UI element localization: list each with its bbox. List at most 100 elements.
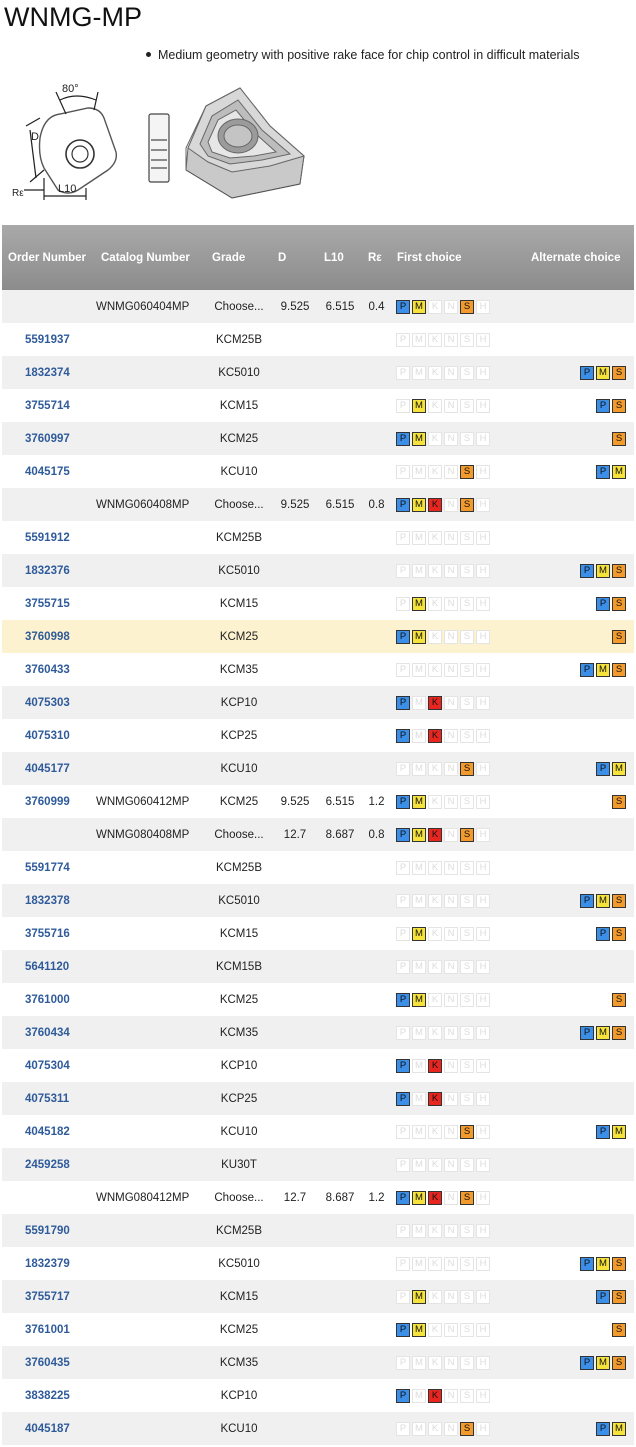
table-row[interactable]: 4045187 KCU10 P M K N S H P M bbox=[2, 1412, 634, 1445]
table-row[interactable]: 3760435 KCM35 P M K N S H P M S bbox=[2, 1346, 634, 1379]
table-row[interactable]: 3755717 KCM15 P M K N S H P S bbox=[2, 1280, 634, 1313]
table-row[interactable]: WNMG060404MP Choose... 9.525 6.515 0.4 P M K N S H bbox=[2, 290, 634, 323]
order-number-link[interactable]: 2459258 bbox=[2, 1148, 95, 1181]
col-grade[interactable]: Grade bbox=[206, 225, 272, 290]
order-number-link[interactable]: 3760999 bbox=[2, 785, 95, 818]
order-number-link[interactable]: 3760998 bbox=[2, 620, 95, 653]
col-catalog-number[interactable]: Catalog Number bbox=[95, 225, 206, 290]
table-row[interactable]: 3755716 KCM15 P M K N S H P S bbox=[2, 917, 634, 950]
order-number-link[interactable]: 3755714 bbox=[2, 389, 95, 422]
order-number-link[interactable]: 3755716 bbox=[2, 917, 95, 950]
grade-cell: KCM15 bbox=[206, 917, 272, 950]
table-row[interactable]: 4075303 KCP10 P M K N S H bbox=[2, 686, 634, 719]
col-alternate-choice[interactable]: Alternate choice bbox=[525, 225, 634, 290]
table-row[interactable]: 1832376 KC5010 P M K N S H P M S bbox=[2, 554, 634, 587]
order-number-link[interactable]: 4075310 bbox=[2, 719, 95, 752]
order-number-link[interactable]: 4045177 bbox=[2, 752, 95, 785]
table-row[interactable]: 3760434 KCM35 P M K N S H P M S bbox=[2, 1016, 634, 1049]
re-value bbox=[362, 719, 391, 752]
table-row[interactable]: 4045175 KCU10 P M K N S H P M bbox=[2, 455, 634, 488]
first-choice-cell: PMKNSH bbox=[391, 950, 525, 983]
order-number-link[interactable]: 4045187 bbox=[2, 1412, 95, 1445]
table-row[interactable]: 3760433 KCM35 P M K N S H P M S bbox=[2, 653, 634, 686]
order-number-link[interactable]: 3760997 bbox=[2, 422, 95, 455]
order-number-link[interactable] bbox=[2, 488, 95, 521]
grade-cell[interactable]: Choose... bbox=[206, 818, 272, 851]
order-number-link[interactable]: 3760433 bbox=[2, 653, 95, 686]
table-row[interactable]: 1832379 KC5010 P M K N S H P M S bbox=[2, 1247, 634, 1280]
col-d[interactable]: D bbox=[272, 225, 318, 290]
table-row[interactable]: 1832374 KC5010 P M K N S H P M S bbox=[2, 356, 634, 389]
order-number-link[interactable]: 4045175 bbox=[2, 455, 95, 488]
table-row[interactable]: 3755715 KCM15 P M K N S H P S bbox=[2, 587, 634, 620]
table-row[interactable]: 2459258 KU30T P M K N S H bbox=[2, 1148, 634, 1181]
order-number-link[interactable] bbox=[2, 818, 95, 851]
order-number-link[interactable]: 1832374 bbox=[2, 356, 95, 389]
order-number-link[interactable]: 3760434 bbox=[2, 1016, 95, 1049]
order-number-link[interactable]: 5591774 bbox=[2, 851, 95, 884]
table-row[interactable]: 3760997 KCM25 P M K N S H S bbox=[2, 422, 634, 455]
table-row[interactable]: 1832378 KC5010 P M K N S H P M S bbox=[2, 884, 634, 917]
table-row[interactable]: 4075311 KCP25 P M K N S H bbox=[2, 1082, 634, 1115]
order-number-link[interactable]: 4045182 bbox=[2, 1115, 95, 1148]
grade-cell[interactable]: Choose... bbox=[206, 290, 272, 323]
table-row[interactable]: WNMG080412MP Choose... 12.7 8.687 1.2 P M K N S H bbox=[2, 1181, 634, 1214]
material-m-chip: M bbox=[412, 662, 426, 677]
table-row[interactable]: 5591774 KCM25B P M K N S H bbox=[2, 851, 634, 884]
table-row[interactable]: 3760999 WNMG060412MP KCM25 9.525 6.515 1.2 P M K… bbox=[2, 785, 634, 818]
order-number-link[interactable]: 5641120 bbox=[2, 950, 95, 983]
table-row[interactable]: 5641120 KCM15B P M K N S H bbox=[2, 950, 634, 983]
col-order-number[interactable]: Order Number bbox=[2, 225, 95, 290]
order-number-link[interactable]: 4075303 bbox=[2, 686, 95, 719]
order-number-link[interactable]: 3755715 bbox=[2, 587, 95, 620]
material-n-chip: N bbox=[444, 530, 458, 545]
catalog-number bbox=[95, 686, 206, 719]
table-row[interactable]: 3755714 KCM15 P M K N S H P S bbox=[2, 389, 634, 422]
grade-cell[interactable]: Choose... bbox=[206, 488, 272, 521]
table-row[interactable]: 3761001 KCM25 P M K N S H S bbox=[2, 1313, 634, 1346]
order-number-link[interactable]: 3761000 bbox=[2, 983, 95, 1016]
table-row[interactable]: 4045182 KCU10 P M K N S H P M bbox=[2, 1115, 634, 1148]
material-h-chip: H bbox=[476, 365, 490, 380]
order-number-link[interactable]: 4075311 bbox=[2, 1082, 95, 1115]
re-value bbox=[362, 389, 391, 422]
table-row[interactable]: 3761000 KCM25 P M K N S H S bbox=[2, 983, 634, 1016]
d-value bbox=[272, 1379, 318, 1412]
table-row[interactable]: WNMG080408MP Choose... 12.7 8.687 0.8 P M K N S H bbox=[2, 818, 634, 851]
order-number-link[interactable]: 4075304 bbox=[2, 1049, 95, 1082]
col-first-choice[interactable]: First choice bbox=[391, 225, 525, 290]
table-row[interactable]: 4075310 KCP25 P M K N S H bbox=[2, 719, 634, 752]
l10-value bbox=[318, 1214, 362, 1247]
first-choice-cell: PMKNSH bbox=[391, 323, 525, 356]
order-number-link[interactable]: 1832379 bbox=[2, 1247, 95, 1280]
order-number-link[interactable]: 5591937 bbox=[2, 323, 95, 356]
col-re[interactable]: Rε bbox=[362, 225, 391, 290]
table-row[interactable]: 5591912 KCM25B P M K N S H bbox=[2, 521, 634, 554]
table-row[interactable]: 3838225 KCP10 P M K N S H bbox=[2, 1379, 634, 1412]
order-number-link[interactable] bbox=[2, 1181, 95, 1214]
table-row[interactable]: 5591937 KCM25B P M K N S H bbox=[2, 323, 634, 356]
alternate-choice-cell bbox=[525, 719, 634, 752]
order-number-link[interactable]: 3761001 bbox=[2, 1313, 95, 1346]
order-number-link[interactable]: 3838225 bbox=[2, 1379, 95, 1412]
first-choice-cell: PMKNSH bbox=[391, 1214, 525, 1247]
order-number-link[interactable]: 3755717 bbox=[2, 1280, 95, 1313]
table-row[interactable]: 4075304 KCP10 P M K N S H bbox=[2, 1049, 634, 1082]
material-n-chip: N bbox=[444, 563, 458, 578]
order-number-link[interactable]: 1832376 bbox=[2, 554, 95, 587]
catalog-number bbox=[95, 1346, 206, 1379]
table-row[interactable]: WNMG060408MP Choose... 9.525 6.515 0.8 P M K N S H bbox=[2, 488, 634, 521]
order-number-link[interactable] bbox=[2, 290, 95, 323]
order-number-link[interactable]: 3760435 bbox=[2, 1346, 95, 1379]
grade-cell[interactable]: Choose... bbox=[206, 1181, 272, 1214]
d-value bbox=[272, 554, 318, 587]
order-number-link[interactable]: 5591912 bbox=[2, 521, 95, 554]
table-row[interactable]: 5591790 KCM25B P M K N S H bbox=[2, 1214, 634, 1247]
first-choice-chips: PMKNSH bbox=[396, 398, 490, 413]
order-number-link[interactable]: 1832378 bbox=[2, 884, 95, 917]
table-row[interactable]: 3760998 KCM25 P M K N S H S bbox=[2, 620, 634, 653]
order-number-link[interactable]: 5591790 bbox=[2, 1214, 95, 1247]
table-row[interactable]: 4045177 KCU10 P M K N S H P M bbox=[2, 752, 634, 785]
col-l10[interactable]: L10 bbox=[318, 225, 362, 290]
d-value bbox=[272, 686, 318, 719]
